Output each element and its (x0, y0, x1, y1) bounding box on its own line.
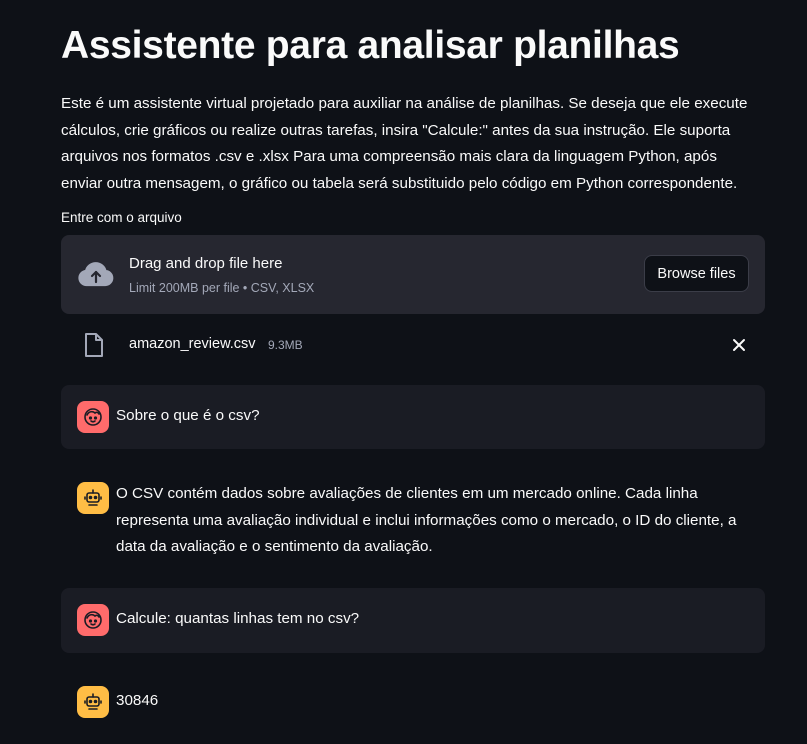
user-avatar-icon (77, 604, 109, 636)
file-uploader-label: Entre com o arquivo (61, 210, 182, 225)
dropzone-limit-text: Limit 200MB per file • CSV, XLSX (129, 281, 315, 295)
chat-message-user: Calcule: quantas linhas tem no csv? (61, 588, 765, 653)
chat-message-text: Calcule: quantas linhas tem no csv? (116, 610, 360, 627)
browse-files-button[interactable]: Browse files (644, 255, 749, 292)
user-avatar-icon (77, 401, 109, 433)
chat-message-text: Sobre o que é o csv? (116, 407, 260, 424)
chat-message-text: 30846 (116, 692, 159, 709)
close-icon[interactable] (730, 336, 748, 354)
dropzone-title: Drag and drop file here (129, 255, 283, 272)
uploaded-file-row: amazon_review.csv 9.3MB (61, 328, 765, 362)
chat-message-user: Sobre o que é o csv? (61, 385, 765, 449)
page-title: Assistente para analisar planilhas (61, 24, 680, 67)
uploaded-file-name: amazon_review.csv (129, 336, 256, 352)
chat-message-text: O CSV contém dados sobre avaliações de c… (116, 485, 737, 555)
uploaded-file-size: 9.3MB (268, 338, 303, 352)
cloud-upload-icon (78, 261, 114, 289)
chat-message-assistant: 30846 (61, 670, 765, 734)
file-icon (83, 332, 105, 358)
app-page: Assistente para analisar planilhas Este … (0, 0, 807, 744)
page-description: Este é um assistente virtual projetado p… (61, 95, 748, 192)
assistant-avatar-icon (77, 482, 109, 514)
file-dropzone[interactable]: Drag and drop file here Limit 200MB per … (61, 235, 765, 314)
chat-message-assistant: O CSV contém dados sobre avaliações de c… (61, 466, 765, 571)
assistant-avatar-icon (77, 686, 109, 718)
